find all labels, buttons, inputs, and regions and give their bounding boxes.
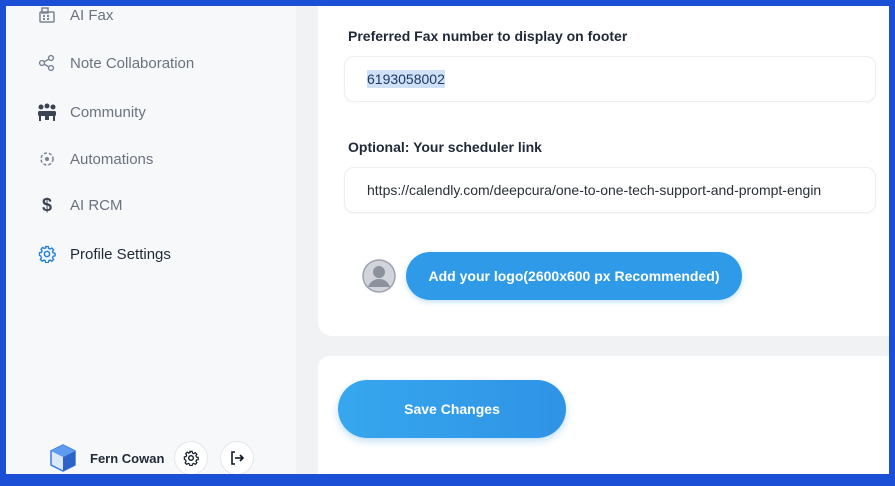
dollar-icon: $ (41, 194, 52, 215)
fax-icon (36, 6, 58, 26)
sidebar-item-label: AI RCM (70, 196, 123, 214)
sidebar-item-label: Community (70, 103, 146, 121)
fax-number-input[interactable]: 6193058002 (344, 56, 876, 102)
automation-icon (36, 148, 58, 170)
sidebar-item-ai-fax[interactable]: AI Fax (36, 6, 113, 27)
scheduler-link-label: Optional: Your scheduler link (348, 139, 542, 155)
user-avatar-icon (50, 444, 76, 472)
gear-icon (36, 243, 58, 265)
logout-button[interactable] (220, 441, 255, 474)
logout-icon (231, 451, 245, 465)
user-settings-button[interactable] (174, 441, 209, 474)
sidebar-item-label: AI Fax (70, 6, 114, 24)
sidebar-item-community[interactable]: Community (36, 100, 146, 124)
community-icon (36, 101, 58, 123)
scheduler-link-value: https://calendly.com/deepcura/one-to-one… (367, 182, 822, 198)
sidebar-item-label: Automations (70, 150, 154, 168)
save-changes-button[interactable]: Save Changes (338, 380, 566, 438)
sidebar-item-ai-rcm[interactable]: $ AI RCM (36, 193, 123, 217)
settings-gear-icon (184, 450, 200, 466)
sidebar-item-label: Profile Settings (70, 245, 171, 263)
person-placeholder-icon (362, 259, 396, 293)
sidebar: AI Fax Note Collaboration Community Auto… (6, 6, 296, 474)
sidebar-item-profile-settings[interactable]: Profile Settings (36, 242, 171, 266)
sidebar-item-label: Note Collaboration (70, 54, 195, 72)
main-content: Preferred Fax number to display on foote… (296, 6, 889, 474)
save-section: Save Changes (318, 356, 889, 474)
user-name: Fern Cowan (90, 450, 165, 466)
logo-upload-row: Add your logo(2600x600 px Recommended) (362, 252, 742, 300)
fax-number-value: 6193058002 (367, 70, 445, 88)
fax-number-label: Preferred Fax number to display on foote… (348, 28, 628, 44)
sidebar-item-automations[interactable]: Automations (36, 147, 153, 171)
add-logo-button[interactable]: Add your logo(2600x600 px Recommended) (406, 252, 742, 300)
share-icon (36, 52, 58, 74)
user-bar: Fern Cowan (50, 441, 266, 474)
sidebar-item-note-collaboration[interactable]: Note Collaboration (36, 51, 194, 75)
scheduler-link-input[interactable]: https://calendly.com/deepcura/one-to-one… (344, 167, 876, 213)
app-window: AI Fax Note Collaboration Community Auto… (6, 6, 889, 474)
profile-settings-card: Preferred Fax number to display on foote… (318, 6, 889, 336)
